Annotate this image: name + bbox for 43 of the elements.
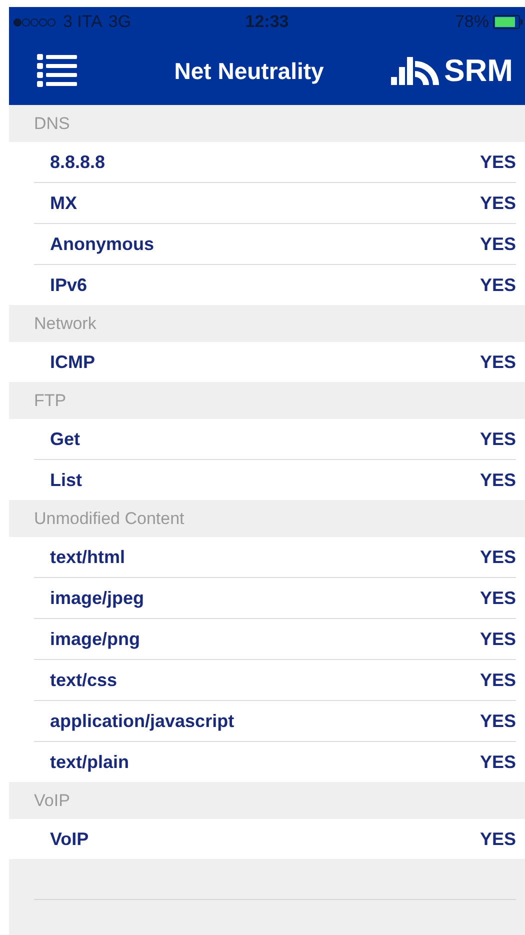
test-result: YES	[480, 670, 516, 690]
section-header: Network	[34, 314, 96, 334]
section-header: Unmodified Content	[34, 508, 184, 528]
test-result: YES	[480, 588, 516, 608]
test-name: MX	[50, 192, 77, 214]
menu-icon[interactable]	[37, 54, 77, 88]
test-name: 8.8.8.8	[50, 152, 106, 172]
test-name: Anonymous	[50, 234, 154, 254]
test-result: YES	[480, 546, 516, 568]
test-name: image/jpeg	[50, 588, 144, 608]
test-name: VoIP	[50, 828, 89, 850]
battery-percent: 78%	[454, 12, 489, 32]
clock: 12:33	[245, 12, 289, 32]
test-result: YES	[480, 710, 516, 732]
battery-icon	[493, 15, 525, 29]
test-name: text/html	[50, 546, 126, 568]
signal-strength-icon	[13, 18, 57, 26]
test-result: YES	[480, 152, 516, 172]
test-name: ICMP	[50, 352, 95, 372]
test-name: Get	[50, 428, 80, 450]
test-result: YES	[480, 628, 516, 650]
test-name: text/plain	[50, 752, 130, 772]
test-name: IPv6	[50, 274, 88, 296]
test-result: YES	[480, 352, 516, 372]
signal-bars-icon	[391, 57, 442, 85]
test-result: YES	[480, 828, 516, 850]
logo-text: SRM	[444, 53, 513, 89]
test-name: List	[50, 470, 82, 490]
test-name: application/javascript	[50, 710, 234, 732]
test-result: YES	[480, 234, 516, 254]
test-name: image/png	[50, 628, 140, 650]
network-type: 3G	[108, 12, 132, 32]
section-header: VoIP	[34, 790, 70, 810]
section-header: FTP	[34, 390, 66, 410]
test-result: YES	[480, 470, 516, 490]
test-name: text/css	[50, 670, 118, 690]
page-title: Net Neutrality	[173, 58, 325, 84]
section-header: DNS	[34, 114, 70, 134]
test-result: YES	[480, 192, 516, 214]
test-result: YES	[480, 274, 516, 296]
test-result: YES	[480, 428, 516, 450]
test-result: YES	[480, 752, 516, 772]
carrier-name: 3 ITA	[63, 12, 102, 32]
